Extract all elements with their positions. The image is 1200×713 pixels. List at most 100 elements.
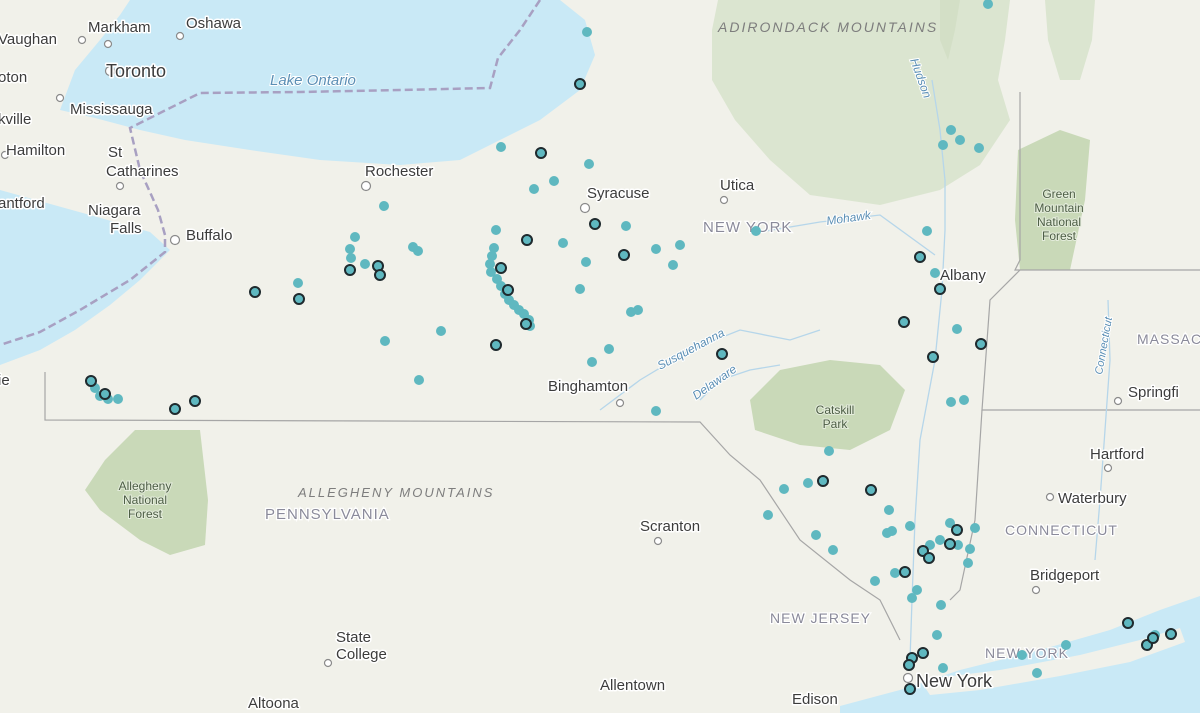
site-marker[interactable] [587, 357, 597, 367]
site-marker[interactable] [360, 259, 370, 269]
site-marker[interactable] [113, 394, 123, 404]
site-marker[interactable] [575, 284, 585, 294]
highlighted-site-marker[interactable] [1147, 632, 1159, 644]
city-marker-binghamton [615, 398, 625, 408]
highlighted-site-marker[interactable] [904, 683, 916, 695]
highlighted-site-marker[interactable] [85, 375, 97, 387]
site-marker[interactable] [970, 523, 980, 533]
site-marker[interactable] [870, 576, 880, 586]
site-marker[interactable] [1061, 640, 1071, 650]
site-marker[interactable] [946, 125, 956, 135]
highlighted-site-marker[interactable] [923, 552, 935, 564]
highlighted-site-marker[interactable] [917, 647, 929, 659]
site-marker[interactable] [380, 336, 390, 346]
highlighted-site-marker[interactable] [914, 251, 926, 263]
site-marker[interactable] [930, 268, 940, 278]
site-marker[interactable] [436, 326, 446, 336]
highlighted-site-marker[interactable] [99, 388, 111, 400]
site-marker[interactable] [952, 324, 962, 334]
site-marker[interactable] [828, 545, 838, 555]
highlighted-site-marker[interactable] [865, 484, 877, 496]
site-marker[interactable] [558, 238, 568, 248]
site-marker[interactable] [651, 406, 661, 416]
highlighted-site-marker[interactable] [574, 78, 586, 90]
site-marker[interactable] [621, 221, 631, 231]
site-marker[interactable] [491, 225, 501, 235]
highlighted-site-marker[interactable] [1122, 617, 1134, 629]
highlighted-site-marker[interactable] [169, 403, 181, 415]
highlighted-site-marker[interactable] [490, 339, 502, 351]
highlighted-site-marker[interactable] [520, 318, 532, 330]
site-marker[interactable] [293, 278, 303, 288]
site-marker[interactable] [779, 484, 789, 494]
highlighted-site-marker[interactable] [903, 659, 915, 671]
site-marker[interactable] [965, 544, 975, 554]
site-marker[interactable] [890, 568, 900, 578]
site-marker[interactable] [651, 244, 661, 254]
site-marker[interactable] [938, 663, 948, 673]
site-marker[interactable] [751, 226, 761, 236]
highlighted-site-marker[interactable] [502, 284, 514, 296]
site-marker[interactable] [811, 530, 821, 540]
highlighted-site-marker[interactable] [1165, 628, 1177, 640]
highlighted-site-marker[interactable] [716, 348, 728, 360]
highlighted-site-marker[interactable] [293, 293, 305, 305]
site-marker[interactable] [974, 143, 984, 153]
site-marker[interactable] [529, 184, 539, 194]
site-marker[interactable] [922, 226, 932, 236]
highlighted-site-marker[interactable] [589, 218, 601, 230]
site-marker[interactable] [936, 600, 946, 610]
highlighted-site-marker[interactable] [951, 524, 963, 536]
highlighted-site-marker[interactable] [495, 262, 507, 274]
site-marker[interactable] [905, 521, 915, 531]
site-marker[interactable] [584, 159, 594, 169]
map-canvas[interactable]: ADIRONDACK MOUNTAINS ALLEGHENY MOUNTAINS… [0, 0, 1200, 713]
site-marker[interactable] [413, 246, 423, 256]
site-marker[interactable] [884, 505, 894, 515]
highlighted-site-marker[interactable] [618, 249, 630, 261]
highlighted-site-marker[interactable] [927, 351, 939, 363]
site-marker[interactable] [763, 510, 773, 520]
highlighted-site-marker[interactable] [817, 475, 829, 487]
site-marker[interactable] [346, 253, 356, 263]
highlighted-site-marker[interactable] [975, 338, 987, 350]
site-marker[interactable] [350, 232, 360, 242]
site-marker[interactable] [938, 140, 948, 150]
site-marker[interactable] [345, 244, 355, 254]
site-marker[interactable] [633, 305, 643, 315]
highlighted-site-marker[interactable] [374, 269, 386, 281]
site-marker[interactable] [675, 240, 685, 250]
highlighted-site-marker[interactable] [944, 538, 956, 550]
city-marker-new-york [902, 672, 914, 684]
site-marker[interactable] [582, 27, 592, 37]
highlighted-site-marker[interactable] [344, 264, 356, 276]
label-allegheny-mountains: ALLEGHENY MOUNTAINS [297, 485, 494, 500]
site-marker[interactable] [549, 176, 559, 186]
site-marker[interactable] [581, 257, 591, 267]
highlighted-site-marker[interactable] [249, 286, 261, 298]
site-marker[interactable] [959, 395, 969, 405]
highlighted-site-marker[interactable] [521, 234, 533, 246]
site-marker[interactable] [887, 526, 897, 536]
site-marker[interactable] [803, 478, 813, 488]
site-marker[interactable] [824, 446, 834, 456]
highlighted-site-marker[interactable] [934, 283, 946, 295]
park-line: Allegheny [119, 479, 172, 493]
site-marker[interactable] [604, 344, 614, 354]
site-marker[interactable] [963, 558, 973, 568]
site-marker[interactable] [932, 630, 942, 640]
site-marker[interactable] [379, 201, 389, 211]
site-marker[interactable] [955, 135, 965, 145]
site-marker[interactable] [907, 593, 917, 603]
site-marker[interactable] [935, 535, 945, 545]
site-marker[interactable] [414, 375, 424, 385]
site-marker[interactable] [1017, 650, 1027, 660]
site-marker[interactable] [1032, 668, 1042, 678]
highlighted-site-marker[interactable] [898, 316, 910, 328]
highlighted-site-marker[interactable] [535, 147, 547, 159]
site-marker[interactable] [668, 260, 678, 270]
highlighted-site-marker[interactable] [899, 566, 911, 578]
highlighted-site-marker[interactable] [189, 395, 201, 407]
site-marker[interactable] [946, 397, 956, 407]
site-marker[interactable] [496, 142, 506, 152]
